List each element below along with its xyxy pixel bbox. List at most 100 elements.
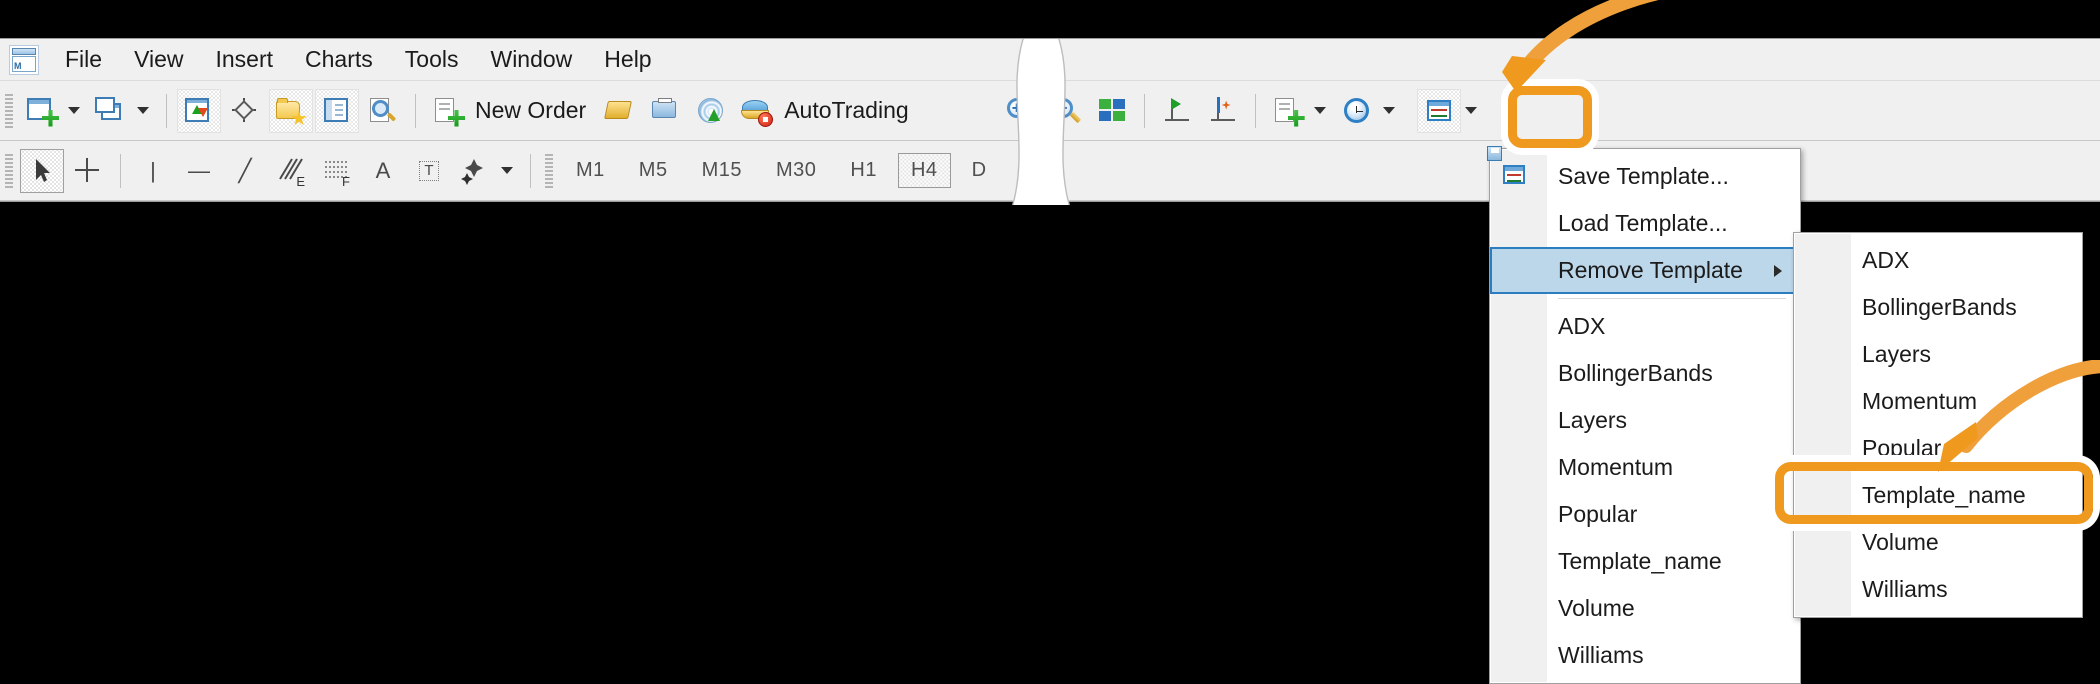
submenu-item-volume[interactable]: Volume: [1794, 519, 2082, 566]
submenu-item-momentum[interactable]: Momentum: [1794, 378, 2082, 425]
submenu-item-label: Momentum: [1862, 388, 1978, 414]
print-button[interactable]: [643, 89, 687, 133]
menu-item-template-name[interactable]: Template_name: [1490, 538, 1800, 585]
menu-item-label: Save Template...: [1558, 163, 1729, 189]
screenshot-root: M File View Insert Charts Tools Window H…: [0, 0, 2100, 684]
menu-item-label: Momentum: [1558, 454, 1674, 480]
toolbar-separator: [166, 93, 167, 128]
toolbar-grip[interactable]: [5, 93, 13, 128]
submenu-item-adx[interactable]: ADX: [1794, 237, 2082, 284]
equidistant-channel-tool[interactable]: E: [269, 149, 313, 193]
templates-dropdown-menu[interactable]: Save Template... Load Template... Remove…: [1487, 145, 1801, 684]
submenu-item-popular[interactable]: Popular: [1794, 425, 2082, 472]
data-window-button[interactable]: [223, 89, 267, 133]
profiles-dropdown-caret[interactable]: [137, 107, 149, 114]
menu-item-load-template[interactable]: Load Template...: [1490, 200, 1800, 247]
indicators-button[interactable]: [1266, 89, 1310, 133]
clock-periods-icon: [1340, 95, 1374, 127]
new-chart-dropdown-caret[interactable]: [68, 107, 80, 114]
periods-button[interactable]: [1335, 89, 1379, 133]
strategy-tester-button[interactable]: [361, 89, 405, 133]
zoom-in-button[interactable]: +: [998, 89, 1042, 133]
submenu-item-bollingerbands[interactable]: BollingerBands: [1794, 284, 2082, 331]
trendline-tool[interactable]: ╱: [223, 149, 267, 193]
new-chart-icon: [25, 95, 59, 127]
templates-dropdown-caret[interactable]: [1464, 107, 1477, 114]
submenu-item-label: Volume: [1862, 529, 1939, 555]
menu-item-charts[interactable]: Charts: [289, 42, 389, 77]
autotrading-button[interactable]: [735, 89, 779, 133]
submenu-item-label: BollingerBands: [1862, 294, 2017, 320]
periods-dropdown-caret[interactable]: [1382, 107, 1395, 114]
fibonacci-tool[interactable]: F: [315, 149, 359, 193]
cursor-tool[interactable]: [20, 148, 64, 193]
menu-separator: [1558, 298, 1786, 299]
menu-item-layers[interactable]: Layers: [1490, 397, 1800, 444]
terminal-button[interactable]: [315, 88, 359, 133]
menu-item-williams[interactable]: Williams: [1490, 632, 1800, 679]
text-label-tool[interactable]: T: [407, 149, 451, 193]
vertical-line-tool[interactable]: |: [131, 149, 175, 193]
timeframe-m1[interactable]: M1: [563, 153, 618, 188]
submenu-item-template-name[interactable]: Template_name: [1794, 472, 2082, 519]
auto-scroll-button[interactable]: [1201, 89, 1245, 133]
new-chart-button[interactable]: [20, 89, 64, 133]
gold-slab-icon: [602, 95, 636, 127]
timeframe-d1[interactable]: D: [959, 153, 1000, 188]
new-order-button[interactable]: [426, 89, 470, 133]
menu-item-insert[interactable]: Insert: [200, 42, 290, 77]
timeframe-h1[interactable]: H1: [837, 153, 890, 188]
submenu-item-label: Layers: [1862, 341, 1932, 367]
menu-item-label: Layers: [1558, 407, 1628, 433]
timeframe-m5[interactable]: M5: [626, 153, 681, 188]
menu-item-tools[interactable]: Tools: [389, 42, 475, 77]
templates-toolbar-button[interactable]: [1416, 88, 1461, 133]
navigator-button[interactable]: [269, 88, 313, 133]
menu-item-popular[interactable]: Popular: [1490, 491, 1800, 538]
tile-windows-button[interactable]: [1090, 89, 1134, 133]
submenu-item-layers[interactable]: Layers: [1794, 331, 2082, 378]
market-watch-button[interactable]: [177, 88, 221, 133]
menu-item-adx[interactable]: ADX: [1490, 303, 1800, 350]
menu-item-remove-template[interactable]: Remove Template: [1490, 247, 1800, 294]
arrow-cursor-icon: [25, 155, 59, 187]
crosshair-tool[interactable]: [66, 149, 110, 193]
menu-item-label: Remove Template: [1558, 257, 1743, 283]
menu-item-label: Volume: [1558, 595, 1635, 621]
chart-shift-button[interactable]: [1155, 89, 1199, 133]
timeframe-m30[interactable]: M30: [763, 153, 829, 188]
zoom-in-glyph: +: [1011, 98, 1022, 117]
timeframe-h4[interactable]: H4: [897, 153, 951, 188]
menu-item-help[interactable]: Help: [588, 42, 667, 77]
profiles-button[interactable]: [89, 89, 133, 133]
new-order-label[interactable]: New Order: [475, 97, 586, 124]
submenu-item-williams[interactable]: Williams: [1794, 566, 2082, 613]
indicators-dropdown-caret[interactable]: [1313, 107, 1326, 114]
shapes-tool[interactable]: [453, 149, 497, 193]
tile-windows-icon: [1095, 95, 1129, 127]
metaeditor-button[interactable]: [597, 89, 641, 133]
signals-button[interactable]: [689, 89, 733, 133]
remove-template-submenu[interactable]: ADX BollingerBands Layers Momentum Popul…: [1793, 232, 2083, 618]
autotrading-label[interactable]: AutoTrading: [784, 97, 908, 124]
zoom-out-button[interactable]: −: [1044, 89, 1088, 133]
menu-item-label: BollingerBands: [1558, 360, 1713, 386]
timeframe-toolbar-grip[interactable]: [545, 153, 553, 188]
menu-item-view[interactable]: View: [118, 42, 199, 77]
terminal-list-icon: [320, 95, 354, 127]
menu-item-bollingerbands[interactable]: BollingerBands: [1490, 350, 1800, 397]
shapes-dropdown-caret[interactable]: [501, 167, 513, 174]
menu-item-window[interactable]: Window: [474, 42, 588, 77]
save-template-icon: [1487, 145, 1536, 192]
menu-item-file[interactable]: File: [49, 42, 118, 77]
horizontal-line-tool[interactable]: —: [177, 149, 221, 193]
timeframe-m15[interactable]: M15: [689, 153, 755, 188]
text-tool[interactable]: A: [361, 149, 405, 193]
menu-item-save-template[interactable]: Save Template...: [1487, 145, 1800, 200]
toolbar-grip[interactable]: [5, 153, 13, 188]
standard-toolbar: New Order AutoTrading + −: [0, 81, 2100, 141]
autotrading-hat-icon: [740, 95, 774, 127]
menu-item-momentum[interactable]: Momentum: [1490, 444, 1800, 491]
equidistant-channel-icon: E: [274, 155, 308, 189]
menu-item-volume[interactable]: Volume: [1490, 585, 1800, 632]
